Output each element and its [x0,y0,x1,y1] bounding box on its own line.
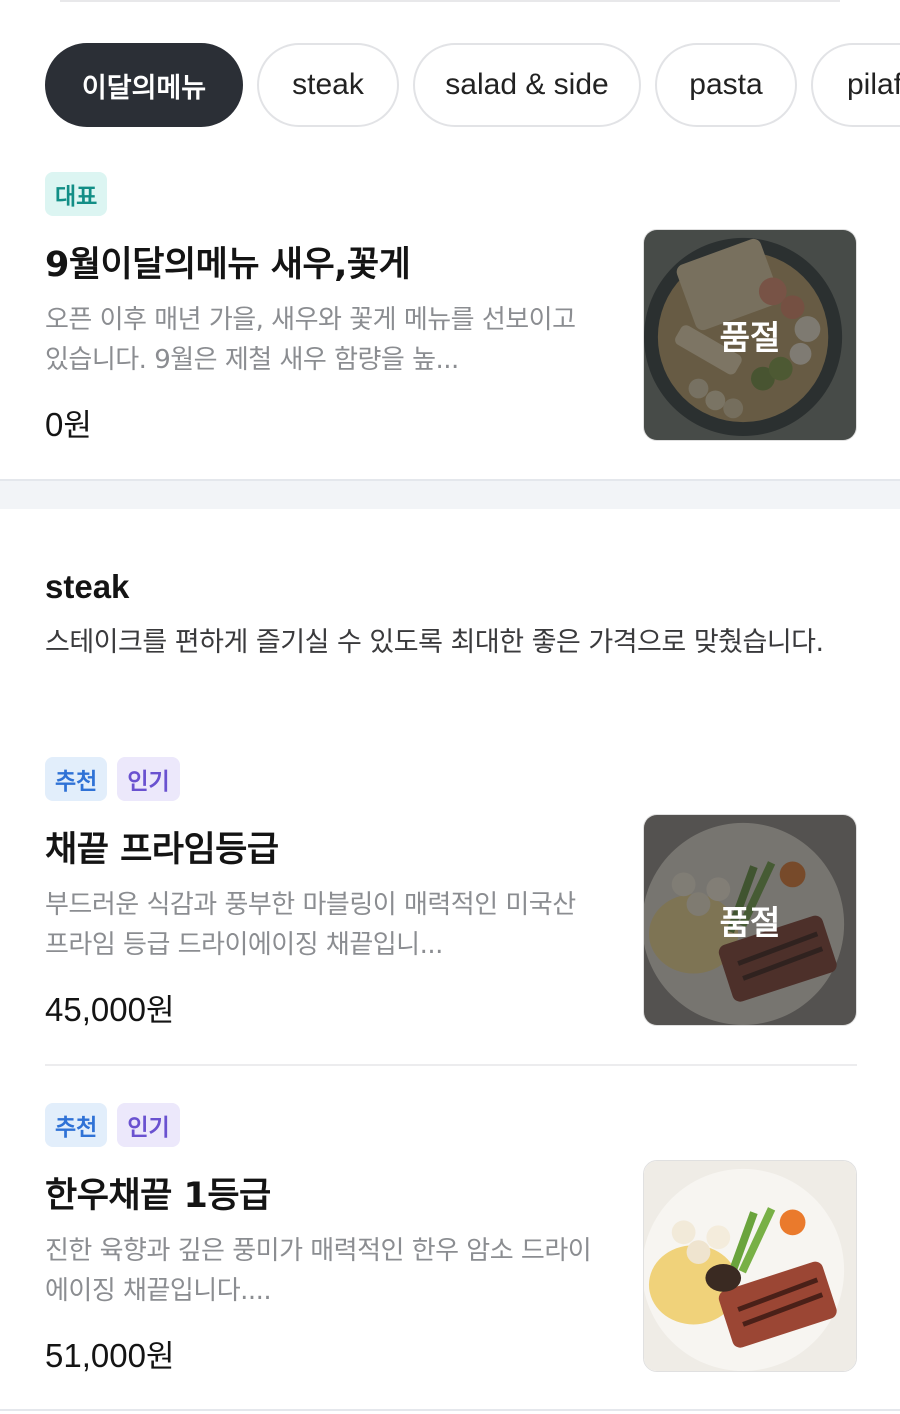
tab-monthly-menu[interactable]: 이달의메뉴 [45,43,243,127]
menu-item-description: 부드러운 식감과 풍부한 마블링이 매력적인 미국산 프라임 등급 드라이에이징… [45,890,576,960]
recommended-badge: 추천 [45,757,108,801]
menu-item-name: 한우채끝 1등급 [45,1176,271,1216]
hanwoo-steak-dish-image [644,1161,856,1371]
menu-item-price: 0원 [45,406,92,444]
menu-item[interactable]: 추천 인기 한우채끝 1등급 진한 육향과 깊은 풍미가 매력적인 한우 암소 … [45,1103,857,1375]
menu-item-price: 45,000원 [45,991,175,1029]
popular-badge: 인기 [117,757,180,801]
menu-item-name: 채끝 프라임등급 [45,830,279,870]
tab-pilaf[interactable]: pilaf [811,43,900,127]
top-divider [60,0,840,2]
soldout-overlay: 품절 [644,230,856,440]
menu-item-image[interactable]: 품절 [643,229,857,441]
menu-item-image[interactable]: 품절 [643,814,857,1026]
menu-item-price: 51,000원 [45,1337,175,1375]
item-divider [45,1064,857,1066]
menu-item[interactable]: 추천 인기 채끝 프라임등급 부드러운 식감과 풍부한 마블링이 매력적인 미국… [45,757,857,1029]
menu-item-image[interactable] [643,1160,857,1372]
menu-item-description: 오픈 이후 매년 가을, 새우와 꽃게 메뉴를 선보이고 있습니다. 9월은 제… [45,305,576,375]
section-description: 스테이크를 편하게 즐기실 수 있도록 최대한 좋은 가격으로 맞췄습니다. [45,627,824,658]
recommended-badge: 추천 [45,1103,108,1147]
tab-pasta[interactable]: pasta [655,43,797,127]
section-title: steak [45,568,130,605]
representative-badge: 대표 [45,172,108,216]
tab-steak[interactable]: steak [257,43,399,127]
menu-item-description: 진한 육향과 깊은 풍미가 매력적인 한우 암소 드라이에이징 채끝입니다...… [45,1236,592,1306]
menu-item-featured[interactable]: 대표 9월이달의메뉴 새우,꽃게 오픈 이후 매년 가을, 새우와 꽃게 메뉴를… [45,172,857,444]
menu-item-name: 9월이달의메뉴 새우,꽃게 [45,245,411,285]
badge-group: 추천 인기 [45,1103,857,1147]
soldout-overlay: 품절 [644,815,856,1025]
section-separator [0,479,900,509]
popular-badge: 인기 [117,1103,180,1147]
tab-salad-side[interactable]: salad & side [413,43,641,127]
badge-group: 대표 [45,172,857,216]
category-tabs: 이달의메뉴 steak salad & side pasta pilaf [45,43,900,127]
bottom-divider [0,1409,900,1411]
badge-group: 추천 인기 [45,757,857,801]
